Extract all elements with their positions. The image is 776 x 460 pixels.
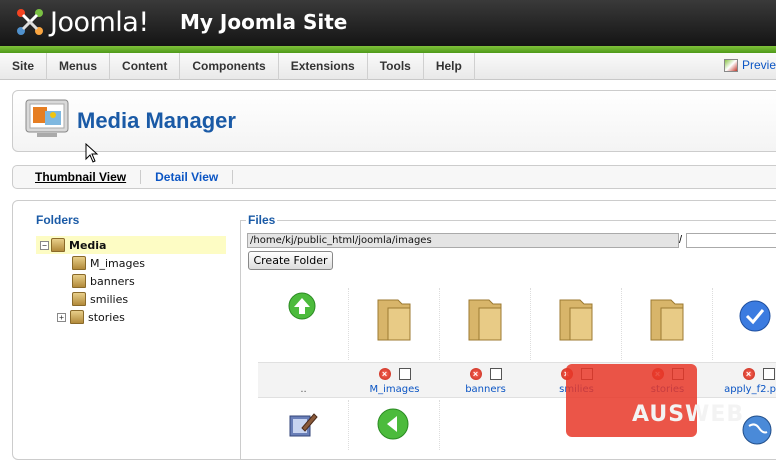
delete-icon[interactable]: × (469, 368, 482, 380)
folder-icon (650, 299, 684, 341)
tree-item-smilies[interactable]: smilies (36, 290, 226, 308)
delete-icon[interactable]: × (378, 368, 391, 380)
tree-item-stories[interactable]: + stories (36, 308, 226, 326)
main-menu-bar: Site Menus Content Components Extensions… (0, 53, 776, 80)
file-controls: × (440, 368, 531, 380)
delete-icon[interactable]: × (742, 368, 755, 380)
site-title: My Joomla Site (180, 10, 348, 34)
watermark-text: AUSWEB (632, 402, 745, 427)
files-heading: Files (246, 213, 278, 227)
menu-tools[interactable]: Tools (368, 53, 424, 80)
file-cell-folder[interactable] (440, 288, 531, 360)
select-checkbox[interactable] (762, 368, 775, 380)
menu-extensions[interactable]: Extensions (279, 53, 368, 80)
file-label[interactable]: apply_f2.p (704, 384, 776, 395)
path-separator: / (679, 234, 683, 246)
edit-icon (289, 413, 318, 437)
header-accent-bar (0, 46, 776, 53)
file-cell-image[interactable] (349, 400, 440, 450)
folder-tree: − Media M_images banners smilies + stori… (36, 236, 226, 326)
globe-icon (742, 415, 772, 445)
tab-thumbnail-view[interactable]: Thumbnail View (35, 170, 126, 184)
page-toolbar: Media Manager (12, 90, 776, 152)
collapse-icon[interactable]: − (40, 240, 49, 250)
file-cell-folder[interactable] (531, 288, 622, 360)
folder-icon (70, 310, 84, 324)
file-cell-folder[interactable] (622, 288, 713, 360)
expand-icon[interactable]: + (57, 312, 66, 322)
file-label[interactable]: M_images (349, 384, 440, 395)
joomla-logo-icon (17, 9, 43, 35)
tree-item-label: M_images (90, 256, 145, 270)
view-divider (232, 170, 234, 184)
folder-icon (559, 299, 593, 341)
file-cell-image[interactable] (258, 400, 349, 450)
joomla-logo[interactable]: Joomla! (14, 5, 149, 39)
current-path-field: /home/kj/public_html/joomla/images (247, 233, 679, 248)
create-folder-button[interactable]: Create Folder (248, 251, 333, 270)
file-cell-up[interactable] (258, 288, 349, 360)
file-controls: × (349, 368, 440, 380)
file-cell-image[interactable] (713, 288, 776, 360)
folder-icon (377, 299, 411, 341)
select-checkbox[interactable] (398, 368, 411, 380)
menu-content[interactable]: Content (110, 53, 181, 80)
back-arrow-icon (377, 408, 409, 440)
menu-components[interactable]: Components (180, 53, 279, 80)
folders-heading: Folders (36, 213, 80, 227)
media-manager-icon (25, 99, 69, 137)
tree-item-label: banners (90, 274, 135, 288)
preview-icon (723, 58, 738, 72)
tree-item-m-images[interactable]: M_images (36, 254, 226, 272)
folder-icon (72, 256, 86, 270)
new-folder-input[interactable] (686, 233, 776, 248)
tree-item-banners[interactable]: banners (36, 272, 226, 290)
menu-menus[interactable]: Menus (47, 53, 111, 80)
view-switcher: Thumbnail View Detail View (12, 165, 776, 189)
mouse-cursor-icon (85, 143, 99, 163)
file-cell-folder[interactable] (349, 288, 440, 360)
checkmark-icon (739, 300, 771, 332)
preview-label: Previe (741, 58, 776, 72)
up-arrow-icon (288, 292, 316, 320)
tree-item-label: smilies (90, 292, 129, 306)
tree-item-media[interactable]: − Media (36, 236, 226, 254)
file-controls: × (713, 368, 776, 380)
preview-link[interactable]: Previe (723, 58, 776, 72)
folder-icon (468, 299, 502, 341)
file-label-up[interactable]: .. (258, 384, 349, 395)
select-checkbox[interactable] (489, 368, 502, 380)
view-divider (140, 170, 142, 184)
menu-help[interactable]: Help (424, 53, 475, 80)
tree-item-label: Media (69, 238, 107, 252)
tab-detail-view[interactable]: Detail View (155, 170, 218, 184)
file-label[interactable]: banners (440, 384, 531, 395)
logo-text: Joomla! (50, 6, 149, 38)
folder-icon (51, 238, 65, 252)
page-title: Media Manager (77, 108, 236, 133)
menu-site[interactable]: Site (0, 53, 48, 80)
folder-icon (72, 292, 86, 306)
tree-item-label: stories (88, 310, 125, 324)
folder-icon (72, 274, 86, 288)
